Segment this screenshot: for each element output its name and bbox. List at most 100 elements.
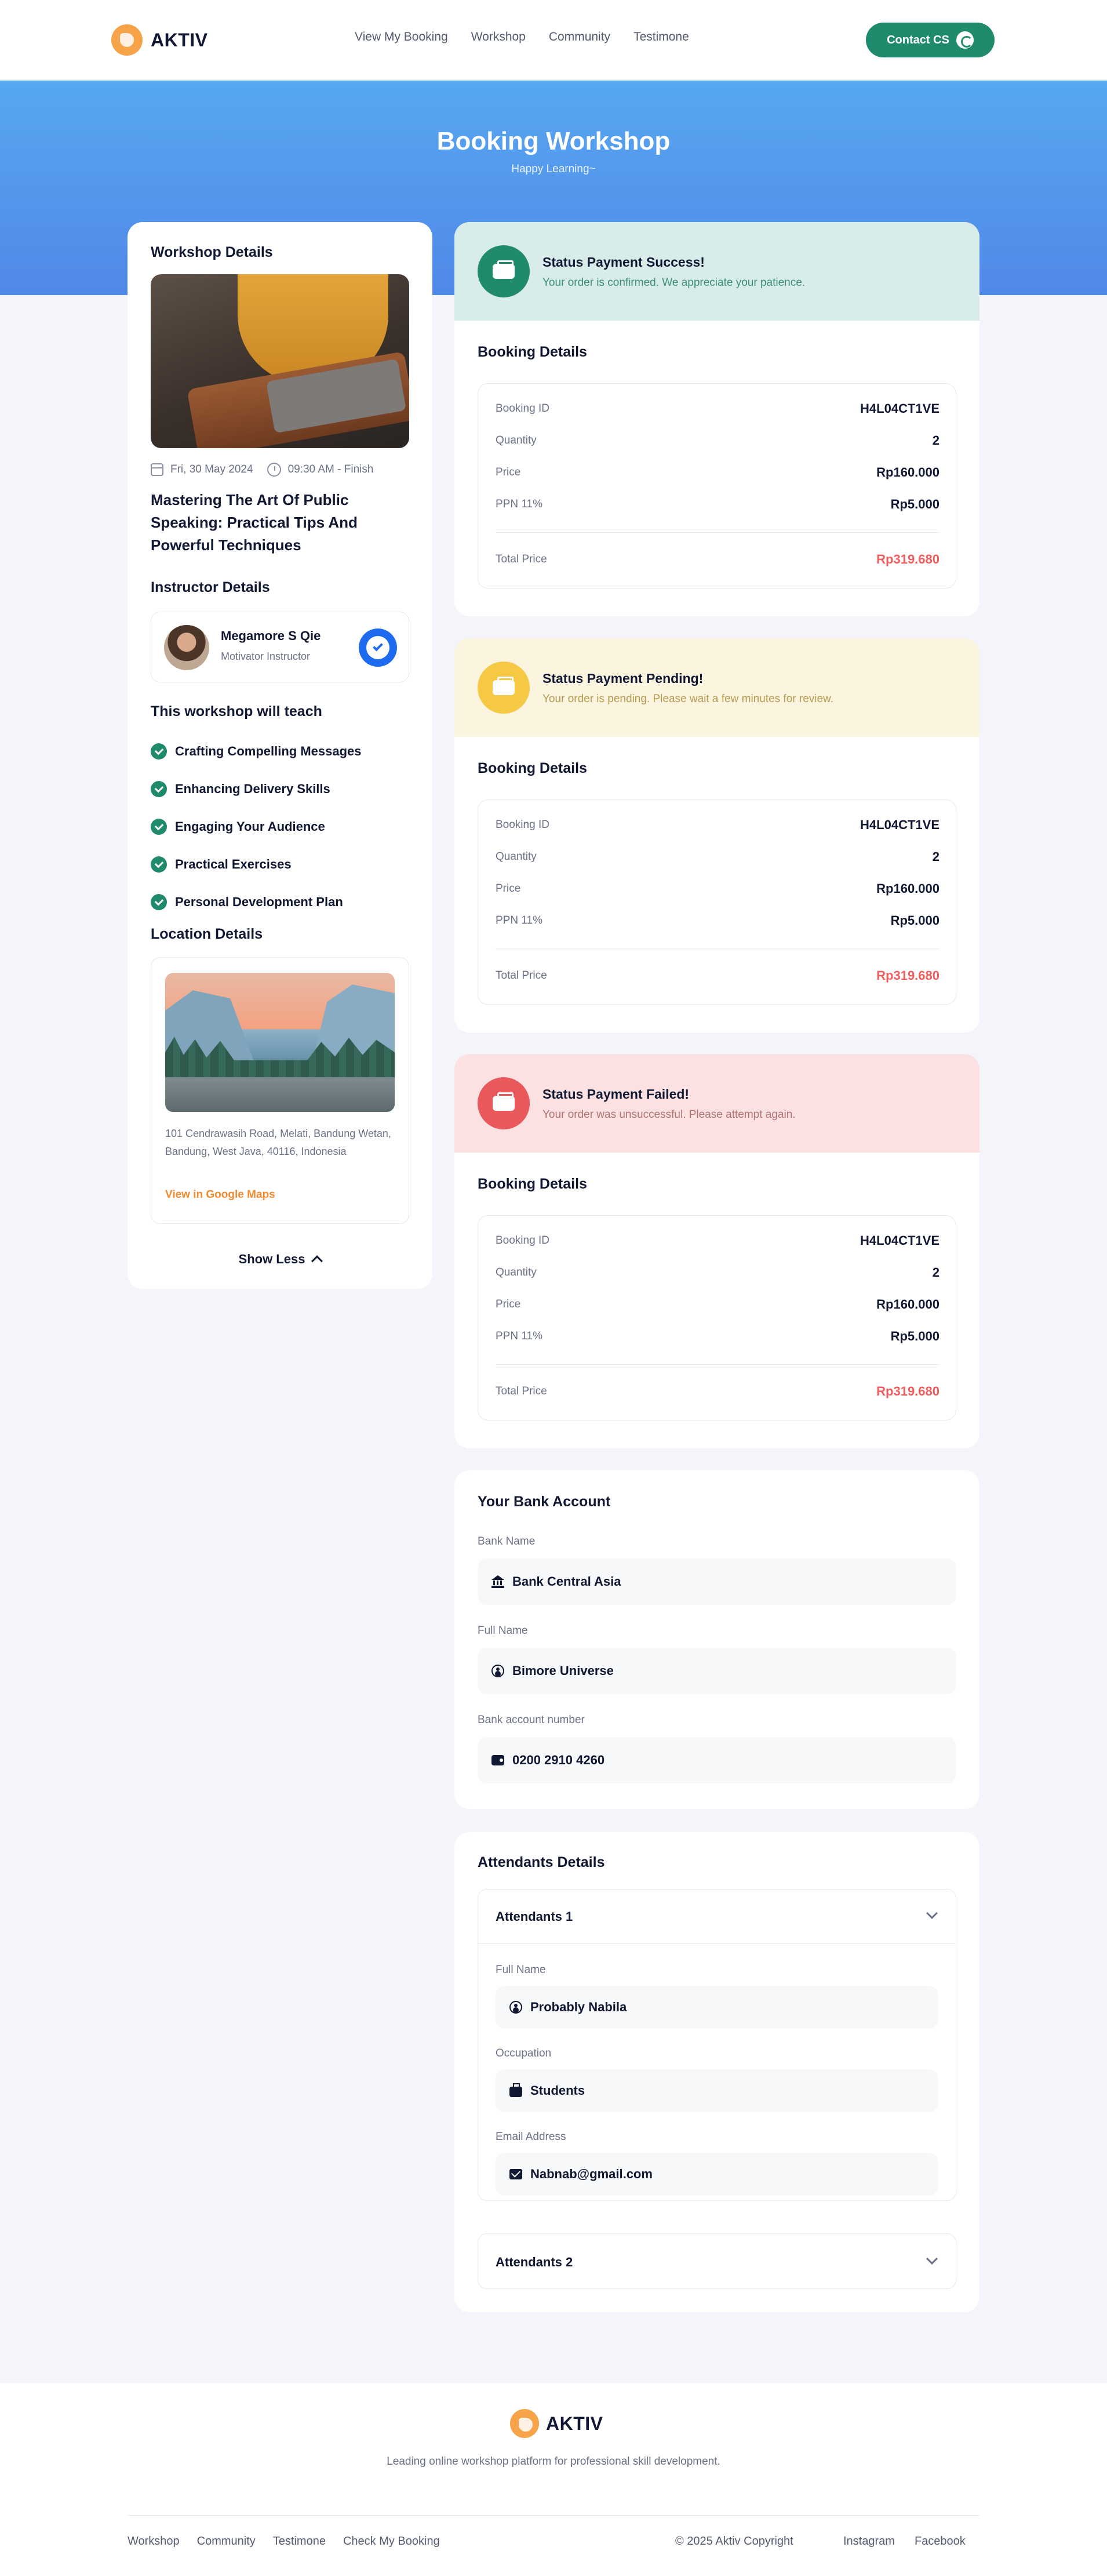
social-links: Instagram Facebook bbox=[843, 2535, 966, 2548]
total-value: Rp319.680 bbox=[876, 552, 940, 566]
attendants-heading: Attendants Details bbox=[478, 1854, 605, 1870]
quantity-row: Quantity 2 bbox=[496, 849, 940, 864]
top-navbar: AKTIV View My Booking Workshop Community… bbox=[0, 0, 1107, 80]
total-value: Rp319.680 bbox=[876, 1384, 940, 1398]
chevron-down-icon bbox=[926, 1908, 938, 1919]
occupation-label: Occupation bbox=[496, 2047, 552, 2059]
email-label: Email Address bbox=[496, 2131, 566, 2143]
booking-details-box: Booking ID H4L04CT1VE Quantity 2 Price Rp16… bbox=[478, 800, 956, 1005]
bank-name-field[interactable]: Bank Central Asia bbox=[478, 1558, 956, 1605]
workshop-schedule: Fri, 30 May 2024 09:30 AM - Finish bbox=[151, 463, 373, 477]
location-details-heading: Location Details bbox=[151, 926, 263, 942]
footer-link-community[interactable]: Community bbox=[197, 2535, 256, 2548]
check-circle-icon bbox=[151, 818, 167, 835]
total-label: Total Price bbox=[496, 969, 547, 982]
calendar-icon bbox=[151, 463, 163, 476]
attendant-full-name-value: Probably Nabila bbox=[530, 2000, 627, 2014]
ppn-row: PPN 11% Rp5.000 bbox=[496, 913, 940, 928]
facebook-link[interactable]: Facebook bbox=[915, 2535, 966, 2548]
ppn-row: PPN 11% Rp5.000 bbox=[496, 497, 940, 512]
ppn-label: PPN 11% bbox=[496, 1330, 542, 1342]
copyright: © 2025 Aktiv Copyright bbox=[675, 2535, 793, 2548]
booking-details-box: Booking ID H4L04CT1VE Quantity 2 Price Rp16… bbox=[478, 383, 956, 588]
email-field[interactable]: Nabnab@gmail.com bbox=[496, 2153, 938, 2196]
status-header: Status Payment Success! Your order is co… bbox=[454, 222, 979, 321]
payment-wallet-icon bbox=[478, 662, 530, 714]
contact-cs-button[interactable]: Contact CS bbox=[866, 23, 995, 57]
status-header: Status Payment Failed! Your order was un… bbox=[454, 1054, 979, 1153]
ppn-label: PPN 11% bbox=[496, 498, 542, 510]
account-number-value: 0200 2910 4260 bbox=[512, 1753, 605, 1767]
booking-id-label: Booking ID bbox=[496, 819, 549, 831]
nav-workshop[interactable]: Workshop bbox=[471, 30, 526, 44]
google-maps-link[interactable]: View in Google Maps bbox=[165, 1189, 275, 1201]
ppn-label: PPN 11% bbox=[496, 914, 542, 927]
account-number-label: Bank account number bbox=[478, 1714, 585, 1726]
show-less-label: Show Less bbox=[238, 1252, 305, 1266]
status-title: Status Payment Pending! bbox=[542, 671, 704, 686]
account-number-field[interactable]: 0200 2910 4260 bbox=[478, 1737, 956, 1783]
bank-name-value: Bank Central Asia bbox=[512, 1574, 621, 1589]
quantity-label: Quantity bbox=[496, 851, 537, 863]
payment-wallet-icon bbox=[478, 245, 530, 297]
page-subtitle: Happy Learning~ bbox=[511, 163, 596, 175]
aktiv-logo-icon bbox=[510, 2409, 539, 2438]
booking-details-heading: Booking Details bbox=[478, 1176, 587, 1192]
user-circle-icon bbox=[509, 2001, 522, 2014]
status-title: Status Payment Failed! bbox=[542, 1087, 690, 1102]
aktiv-logo-icon bbox=[111, 24, 143, 56]
footer-link-check-booking[interactable]: Check My Booking bbox=[343, 2535, 440, 2548]
total-row: Total Price Rp319.680 bbox=[496, 552, 940, 567]
instructor-avatar bbox=[164, 625, 209, 670]
instructor-role: Motivator Instructor bbox=[221, 651, 311, 662]
brand-name: AKTIV bbox=[151, 29, 208, 50]
quantity-value: 2 bbox=[932, 1265, 940, 1280]
workshop-details-heading: Workshop Details bbox=[151, 244, 273, 260]
attendant-accordion-header[interactable]: Attendants 1 bbox=[478, 1890, 956, 1944]
quantity-row: Quantity 2 bbox=[496, 1265, 940, 1280]
footer-links: Workshop Community Testimone Check My Bo… bbox=[128, 2535, 440, 2548]
booking-id-value: H4L04CT1VE bbox=[860, 401, 940, 416]
payment-wallet-icon bbox=[478, 1077, 530, 1129]
nav-view-my-booking[interactable]: View My Booking bbox=[355, 30, 448, 44]
briefcase-icon bbox=[509, 2083, 522, 2097]
total-label: Total Price bbox=[496, 553, 547, 565]
ppn-value: Rp5.000 bbox=[890, 1329, 940, 1343]
teach-item-label: Practical Exercises bbox=[175, 856, 292, 871]
nav-testimone[interactable]: Testimone bbox=[633, 30, 689, 44]
booking-id-row: Booking ID H4L04CT1VE bbox=[496, 1233, 940, 1248]
occupation-field[interactable]: Students bbox=[496, 2069, 938, 2112]
status-failed-card: Status Payment Failed! Your order was un… bbox=[454, 1054, 979, 1448]
teach-item: Enhancing Delivery Skills bbox=[151, 770, 362, 808]
attendant-label: Attendants 2 bbox=[496, 2255, 573, 2269]
footer-description: Leading online workshop platform for pro… bbox=[387, 2455, 720, 2468]
location-image bbox=[165, 973, 395, 1112]
booking-details-box: Booking ID H4L04CT1VE Quantity 2 Price Rp16… bbox=[478, 1215, 956, 1420]
show-less-button[interactable]: Show Less bbox=[128, 1252, 432, 1267]
footer-logo[interactable]: AKTIV bbox=[510, 2409, 603, 2438]
price-row: Price Rp160.000 bbox=[496, 1297, 940, 1312]
clock-icon bbox=[267, 463, 281, 477]
status-title: Status Payment Success! bbox=[542, 255, 705, 270]
attendant-accordion-2[interactable]: Attendants 2 bbox=[478, 2233, 956, 2289]
page-title: Booking Workshop bbox=[436, 127, 671, 155]
footer-brand-name: AKTIV bbox=[546, 2412, 603, 2434]
price-value: Rp160.000 bbox=[876, 465, 940, 479]
teach-item: Engaging Your Audience bbox=[151, 808, 362, 845]
footer-link-workshop[interactable]: Workshop bbox=[128, 2535, 180, 2548]
teach-item: Personal Development Plan bbox=[151, 883, 362, 921]
location-address: 101 Cendrawasih Road, Melati, Bandung We… bbox=[165, 1128, 391, 1157]
workshop-details-card: Workshop Details Fri, 30 May 2024 09:30 … bbox=[128, 222, 432, 1289]
brand-logo[interactable]: AKTIV bbox=[111, 23, 208, 57]
price-value: Rp160.000 bbox=[876, 1297, 940, 1311]
attendant-full-name-field[interactable]: Probably Nabila bbox=[496, 1986, 938, 2029]
booking-id-value: H4L04CT1VE bbox=[860, 818, 940, 832]
email-value: Nabnab@gmail.com bbox=[530, 2167, 653, 2181]
footer-link-testimone[interactable]: Testimone bbox=[273, 2535, 326, 2548]
attendant-full-name-label: Full Name bbox=[496, 1964, 546, 1976]
instagram-link[interactable]: Instagram bbox=[843, 2535, 895, 2548]
nav-community[interactable]: Community bbox=[549, 30, 610, 44]
workshop-date: Fri, 30 May 2024 bbox=[170, 463, 253, 475]
user-circle-icon bbox=[491, 1665, 504, 1677]
full-name-field[interactable]: Bimore Universe bbox=[478, 1648, 956, 1694]
